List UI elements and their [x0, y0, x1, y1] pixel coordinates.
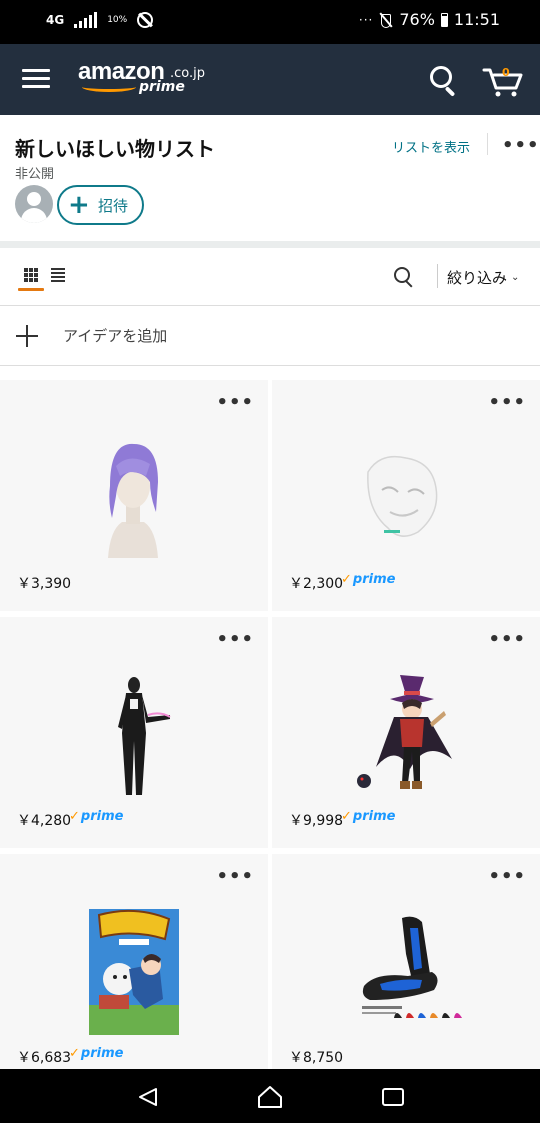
status-left: 4G 10%	[46, 12, 154, 28]
plus-icon	[16, 325, 38, 347]
black-bodysuit-image	[118, 677, 171, 795]
battery-icon	[440, 12, 448, 27]
network-type: 4G	[46, 13, 65, 27]
prime-check-icon: ✓	[69, 809, 80, 824]
witch-figure-image	[357, 675, 452, 789]
avatar	[15, 185, 53, 223]
smile-arrow-icon	[82, 82, 136, 92]
divider	[437, 264, 438, 288]
product-card[interactable]: ••• ￥9,998 ✓prime	[272, 617, 540, 848]
clock: 11:51	[453, 10, 500, 29]
prime-badge: ✓prime	[341, 572, 396, 587]
rotate-lock-icon	[137, 12, 154, 28]
invite-label: 招待	[98, 196, 129, 215]
filter-dropdown[interactable]: 絞り込み ⌄	[447, 267, 519, 288]
prime-check-icon: ✓	[341, 572, 352, 587]
product-card[interactable]: ••• ￥8,750	[272, 854, 540, 1070]
product-price: ￥9,998	[289, 813, 344, 829]
battery-percent: 76%	[399, 10, 435, 29]
filter-label: 絞り込み	[447, 269, 508, 287]
list-view-icon[interactable]	[51, 268, 65, 282]
recent-apps-icon[interactable]	[382, 1088, 404, 1106]
app-header: amazon .co.jp prime 0	[0, 44, 540, 115]
prime-badge: ✓prime	[69, 809, 124, 824]
view-list-link[interactable]: リストを表示	[392, 137, 470, 156]
product-card[interactable]: ••• ￥4,280 ✓prime	[0, 617, 268, 848]
menu-icon[interactable]	[22, 69, 50, 89]
chevron-down-icon: ⌄	[511, 272, 520, 283]
product-price: ￥6,683	[17, 1050, 72, 1066]
data-saver-indicator: 10%	[107, 14, 128, 25]
cart-count: 0	[502, 66, 510, 79]
add-idea-row[interactable]: アイデアを追加	[0, 306, 540, 366]
status-bar: 4G 10% ··· 76% 11:51	[0, 0, 540, 44]
status-right: ··· 76% 11:51	[359, 10, 500, 29]
product-card[interactable]: ••• ￥2,300 ✓prime	[272, 380, 540, 611]
product-price: ￥3,390	[17, 576, 72, 592]
back-icon[interactable]	[138, 1087, 158, 1107]
home-icon[interactable]	[257, 1085, 283, 1109]
divider	[487, 133, 488, 155]
overflow-indicator: ···	[358, 12, 374, 27]
system-nav-bar	[0, 1069, 540, 1123]
prime-badge: ✓prime	[341, 809, 396, 824]
item-more-options-icon[interactable]: •••	[216, 868, 254, 886]
mute-icon	[379, 12, 393, 28]
grid-view-icon[interactable]	[18, 264, 44, 292]
add-idea-label: アイデアを追加	[63, 327, 168, 345]
product-grid: ••• ￥3,390 ••• ￥2,300 ✓prime ••• ￥4,280 …	[0, 380, 540, 1070]
gaming-chair-image	[362, 916, 462, 1018]
amazon-prime-logo[interactable]: amazon .co.jp prime	[78, 58, 218, 98]
prime-check-icon: ✓	[341, 809, 352, 824]
plus-icon: +	[68, 190, 90, 220]
product-price: ￥2,300	[289, 576, 344, 592]
cart-button[interactable]: 0	[482, 64, 524, 98]
search-icon[interactable]	[430, 66, 460, 97]
purple-wig-image	[108, 443, 158, 558]
section-divider	[0, 241, 540, 248]
list-more-options-icon[interactable]: •••	[502, 137, 540, 155]
product-card[interactable]: ••• ￥3,390	[0, 380, 268, 611]
list-toolbar: 絞り込み ⌄	[0, 248, 540, 306]
item-more-options-icon[interactable]: •••	[488, 394, 526, 412]
white-mask-image	[367, 455, 438, 537]
prime-check-icon: ✓	[69, 1046, 80, 1061]
item-more-options-icon[interactable]: •••	[216, 631, 254, 649]
item-more-options-icon[interactable]: •••	[488, 868, 526, 886]
invite-button[interactable]: + 招待	[57, 185, 144, 225]
product-price: ￥4,280	[17, 813, 72, 829]
product-card[interactable]: ••• ￥6,683 ✓prime	[0, 854, 268, 1070]
spacer	[0, 366, 540, 380]
item-more-options-icon[interactable]: •••	[216, 394, 254, 412]
wishlist-header: 新しいほしい物リスト 非公開 リストを表示 ••• + 招待	[0, 115, 540, 241]
product-price: ￥8,750	[289, 1050, 344, 1066]
signal-icon	[74, 12, 98, 28]
item-more-options-icon[interactable]: •••	[488, 631, 526, 649]
dvd-box-image	[89, 909, 179, 1035]
prime-badge: ✓prime	[69, 1046, 124, 1061]
logo-prime: prime	[139, 79, 185, 95]
list-privacy: 非公開	[15, 167, 55, 182]
list-title: 新しいほしい物リスト	[15, 137, 215, 161]
search-list-icon[interactable]	[394, 267, 416, 289]
